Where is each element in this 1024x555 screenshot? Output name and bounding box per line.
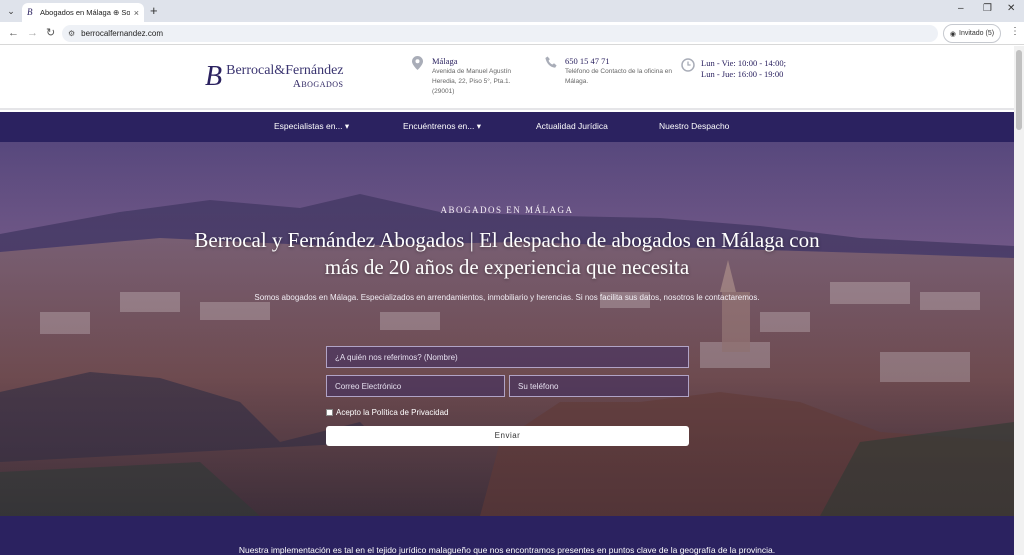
name-input[interactable]: ¿A quién nos referimos? (Nombre): [326, 346, 689, 368]
url-text: berrocalfernandez.com: [81, 29, 163, 38]
clock-icon: [681, 58, 695, 72]
hours-line-2: Lun - Jue: 16:00 - 19:00: [701, 69, 784, 79]
scrollbar-thumb[interactable]: [1016, 50, 1022, 130]
hero-section: ABOGADOS EN MÁLAGA Berrocal y Fernández …: [0, 142, 1014, 516]
profile-icon: ◉: [949, 30, 957, 38]
phone-block: 650 15 47 71 Teléfono de Contacto de la …: [545, 56, 675, 87]
nav-item-encuentrenos[interactable]: Encuéntrenos en... ▾: [403, 121, 481, 132]
submit-button[interactable]: Enviar: [326, 426, 689, 446]
email-input[interactable]: Correo Electrónico: [326, 375, 505, 397]
logo-subtitle: Abogados: [292, 78, 344, 90]
hero-subtitle: Somos abogados en Málaga. Especializados…: [254, 293, 760, 302]
hours-block: Lun - Vie: 10:00 - 14:00; Lun - Jue: 16:…: [681, 58, 811, 80]
reload-icon[interactable]: ↻: [46, 26, 55, 40]
phone-icon: [545, 56, 559, 70]
profile-label: Invitado (5): [959, 30, 995, 37]
url-input[interactable]: ⚙ berrocalfernandez.com: [62, 25, 938, 42]
address-text: Avenida de Manuel Agustín Heredia, 22, P…: [432, 68, 512, 95]
info-band: Nuestra implementación es tal en el teji…: [0, 516, 1014, 555]
nav-item-despacho[interactable]: Nuestro Despacho: [659, 121, 729, 131]
hero-city-image: [0, 142, 1014, 516]
forward-icon[interactable]: →: [27, 26, 38, 40]
nav-item-especialistas[interactable]: Especialistas en... ▾: [274, 121, 349, 132]
tab-title: Abogados en Málaga ⊕ Somos: [40, 8, 130, 17]
site-info-icon[interactable]: ⚙: [68, 29, 75, 38]
minimize-icon[interactable]: –: [958, 3, 964, 14]
address-bar: ← → ↻ ⚙ berrocalfernandez.com ◉ Invitado…: [0, 22, 1024, 45]
browser-tab-bar: ⌄ B Abogados en Málaga ⊕ Somos × + – ❐ ✕: [0, 0, 1024, 22]
nav-item-actualidad[interactable]: Actualidad Jurídica: [536, 121, 608, 131]
hero-kicker: ABOGADOS EN MÁLAGA: [440, 205, 574, 215]
hero-title: Berrocal y Fernández Abogados | El despa…: [194, 228, 820, 279]
logo[interactable]: B Berrocal&Fernández Abogados: [205, 63, 344, 91]
privacy-checkbox[interactable]: [326, 409, 333, 416]
hours-line-1: Lun - Vie: 10:00 - 14:00;: [701, 58, 787, 68]
menu-icon[interactable]: ⋮: [1010, 27, 1020, 37]
logo-name: Berrocal&Fernández: [226, 63, 344, 78]
scrollbar[interactable]: [1014, 46, 1024, 555]
new-tab-icon[interactable]: +: [150, 3, 158, 19]
close-tab-icon[interactable]: ×: [134, 8, 139, 18]
profile-button[interactable]: ◉ Invitado (5): [943, 24, 1001, 43]
restore-icon[interactable]: ❐: [983, 3, 992, 14]
phone-input[interactable]: Su teléfono: [509, 375, 689, 397]
site-header: B Berrocal&Fernández Abogados Málaga Ave…: [0, 46, 1014, 110]
privacy-label[interactable]: Acepto la Política de Privacidad: [336, 408, 449, 417]
address-block: Málaga Avenida de Manuel Agustín Heredia…: [412, 56, 532, 97]
band-text: Nuestra implementación es tal en el teji…: [238, 545, 776, 555]
address-title: Málaga: [432, 56, 458, 66]
phone-text: Teléfono de Contacto de la oficina en Má…: [565, 68, 672, 85]
close-window-icon[interactable]: ✕: [1007, 3, 1015, 14]
map-pin-icon: [412, 56, 426, 70]
web-page: B Berrocal&Fernández Abogados Málaga Ave…: [0, 46, 1014, 555]
phone-number[interactable]: 650 15 47 71: [565, 56, 673, 67]
logo-mark-icon: B: [205, 61, 223, 92]
site-favicon-icon: B: [27, 7, 33, 17]
back-icon[interactable]: ←: [8, 26, 19, 40]
tab-search-icon[interactable]: ⌄: [4, 4, 18, 18]
browser-tab[interactable]: B Abogados en Málaga ⊕ Somos ×: [22, 3, 144, 22]
privacy-checkbox-row[interactable]: Acepto la Política de Privacidad: [326, 408, 449, 417]
main-nav: Especialistas en... ▾ Encuéntrenos en...…: [0, 112, 1014, 142]
